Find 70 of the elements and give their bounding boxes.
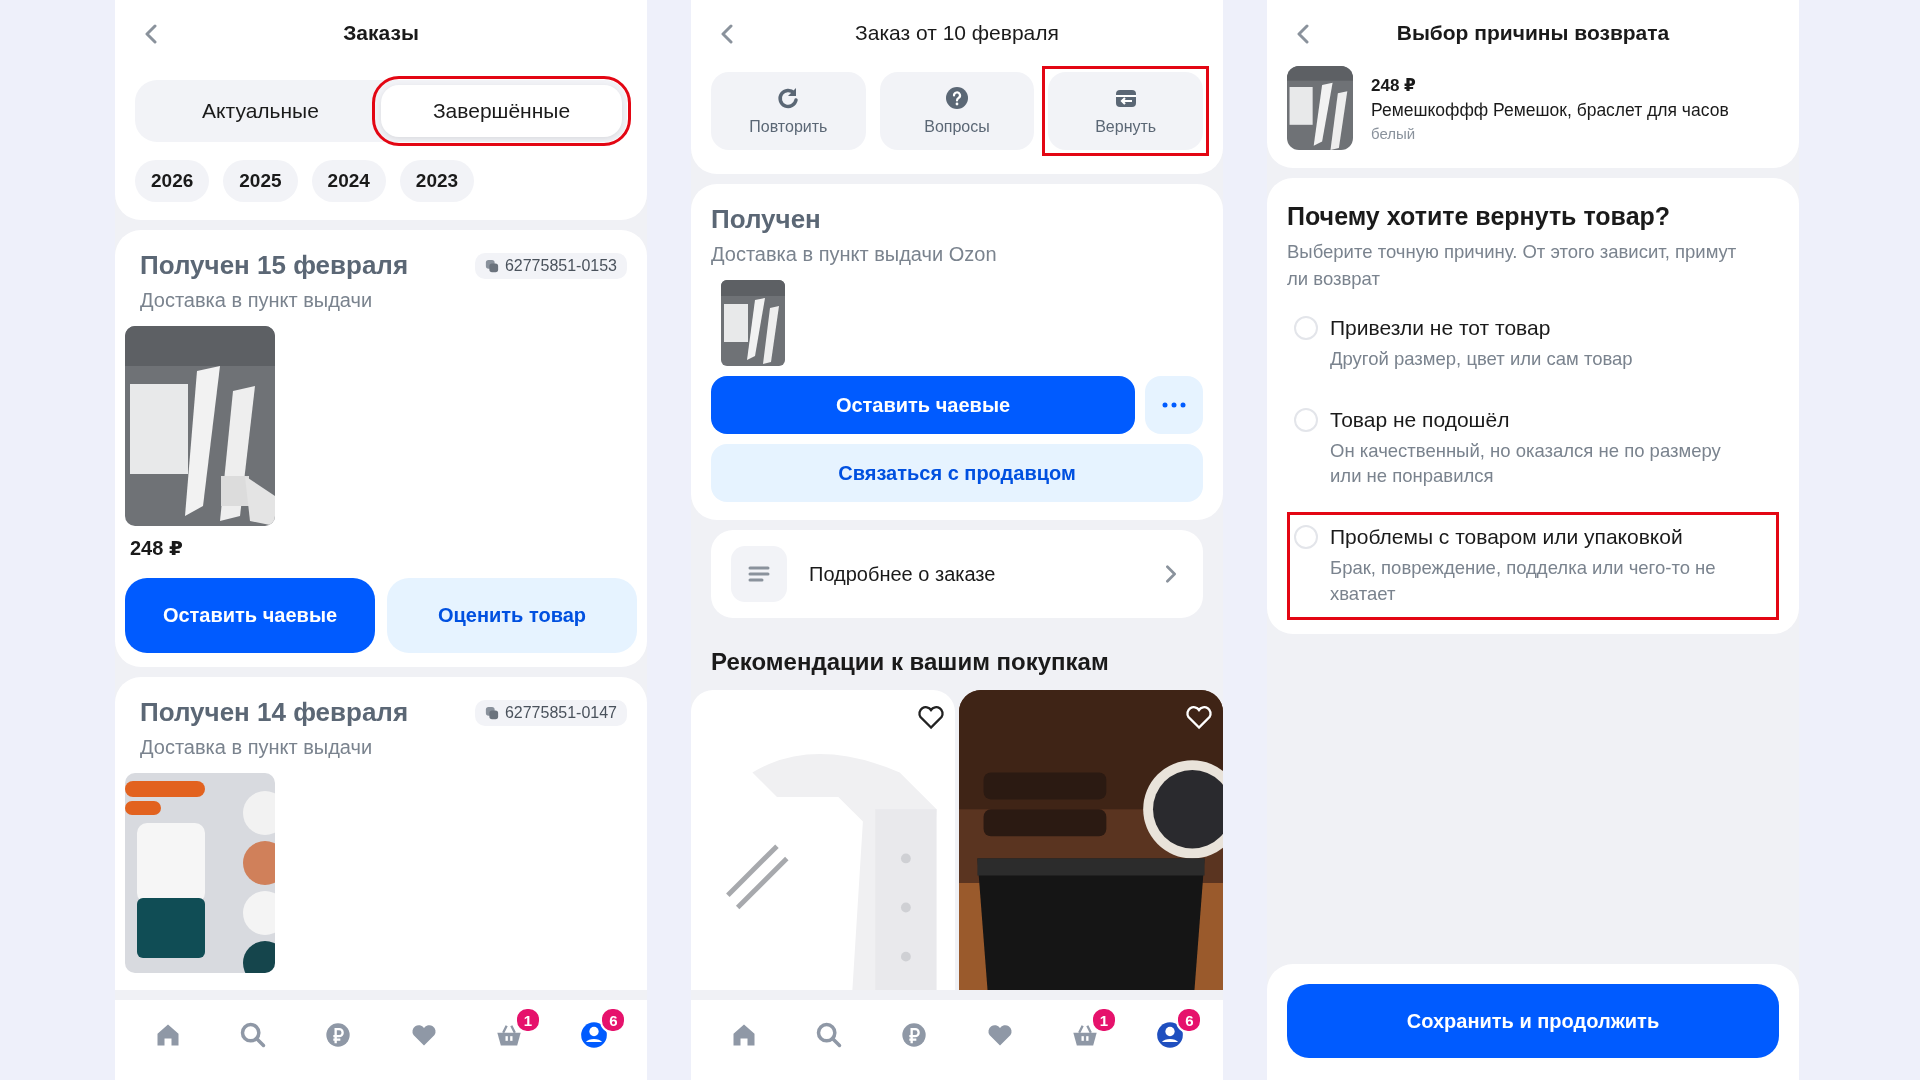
price: 248 ₽ (1371, 74, 1417, 96)
search-icon[interactable] (239, 1021, 267, 1049)
screen-title: Заказы (343, 21, 419, 45)
question-hint: Выберите точную причину. От этого зависит, примут ли возврат (1287, 240, 1738, 291)
save-continue-button[interactable]: Сохранить и продолжить (1287, 984, 1779, 1058)
badge: 1 (1090, 1007, 1117, 1033)
delivery-type: Доставка в пункт выдачи (140, 736, 374, 759)
question-icon (945, 86, 969, 110)
reason-option[interactable]: Привезли не тот товар Другой размер, цвет или сам товар (1287, 302, 1779, 385)
profile-icon[interactable] (580, 1021, 609, 1049)
order-status: Получен 15 февраля (140, 250, 409, 281)
reason-option[interactable]: Проблемы с товаром или упаковкой Брак, повреждение, подделка или чего-то не хватает (1287, 512, 1779, 621)
back-icon[interactable] (721, 24, 733, 44)
screen-title: Выбор причины возврата (1396, 21, 1670, 45)
product-name: Ремешкоффф Ремешок, браслет для часов (1371, 99, 1729, 121)
back-icon[interactable] (145, 24, 157, 44)
refresh-icon (776, 86, 801, 110)
question-title: Почему хотите вернуть товар? (1287, 202, 1672, 231)
year-chip[interactable]: 2025 (223, 160, 298, 202)
profile-icon[interactable] (1156, 1021, 1185, 1049)
year-chip[interactable]: 2023 (399, 160, 475, 202)
search-icon[interactable] (815, 1021, 843, 1049)
reason-description: Брак, повреждение, подделка или чего-то не хватает (1330, 556, 1717, 607)
delivery-type: Доставка в пункт выдачи (140, 289, 374, 312)
order-number[interactable]: 62775851-0147 (474, 699, 627, 726)
section-title: Рекомендации к вашим покупкам (711, 648, 1110, 676)
rate-button[interactable]: Оценить товар (387, 578, 637, 653)
heart-icon[interactable] (1185, 704, 1213, 730)
radio-button[interactable] (1294, 525, 1318, 550)
reason-description: Другой размер, цвет или сам товар (1330, 346, 1634, 371)
action-button[interactable]: Вернуть (1048, 72, 1203, 150)
heart-icon[interactable] (917, 704, 945, 730)
list-icon (731, 546, 787, 602)
reason-title: Привезли не тот товар (1330, 315, 1552, 340)
reason-title: Товар не подошёл (1330, 407, 1511, 432)
tab[interactable]: Актуальные (140, 85, 381, 137)
order-status: Получен 14 февраля (140, 697, 409, 728)
more-icon (1162, 402, 1186, 408)
action-button[interactable]: Повторить (711, 72, 866, 150)
action-button[interactable]: Вопросы (879, 72, 1035, 150)
order-number-text: 62775851-0153 (504, 256, 617, 275)
product-variant: белый (1371, 124, 1417, 142)
ruble-icon[interactable] (900, 1021, 929, 1049)
copy-icon (484, 258, 499, 273)
badge: 6 (1176, 1007, 1203, 1033)
copy-icon (484, 705, 499, 720)
badge: 1 (514, 1007, 541, 1033)
reason-option[interactable]: Товар не подошёл Он качественный, но оказался не по размеру или не понравился (1287, 394, 1779, 503)
price: 248 ₽ (130, 536, 184, 560)
more-button[interactable] (1145, 376, 1203, 434)
radio-button[interactable] (1294, 407, 1318, 432)
back-icon[interactable] (1297, 24, 1309, 44)
contact-seller-button[interactable]: Связаться с продавцом (711, 444, 1203, 502)
order-status: Получен (711, 204, 822, 235)
tip-button[interactable]: Оставить чаевые (711, 376, 1135, 434)
chevron-right-icon (1165, 565, 1177, 583)
reason-description: Он качественный, но оказался не по размеру или не понравился (1330, 438, 1722, 489)
order-number-text: 62775851-0147 (504, 703, 617, 722)
screen-title: Заказ от 10 февраля (855, 21, 1059, 45)
year-chip[interactable]: 2024 (311, 160, 386, 202)
delivery-type: Доставка в пункт выдачи Ozon (711, 243, 998, 266)
order-details-row[interactable]: Подробнее о заказе (711, 530, 1203, 618)
badge: 6 (600, 1007, 627, 1033)
tip-button[interactable]: Оставить чаевые (125, 578, 375, 653)
year-chip[interactable]: 2026 (135, 160, 210, 202)
order-number[interactable]: 62775851-0153 (474, 252, 627, 279)
ruble-icon[interactable] (324, 1021, 353, 1049)
radio-button[interactable] (1294, 315, 1318, 340)
details-label: Подробнее о заказе (809, 562, 997, 586)
reason-title: Проблемы с товаром или упаковкой (1330, 525, 1684, 550)
